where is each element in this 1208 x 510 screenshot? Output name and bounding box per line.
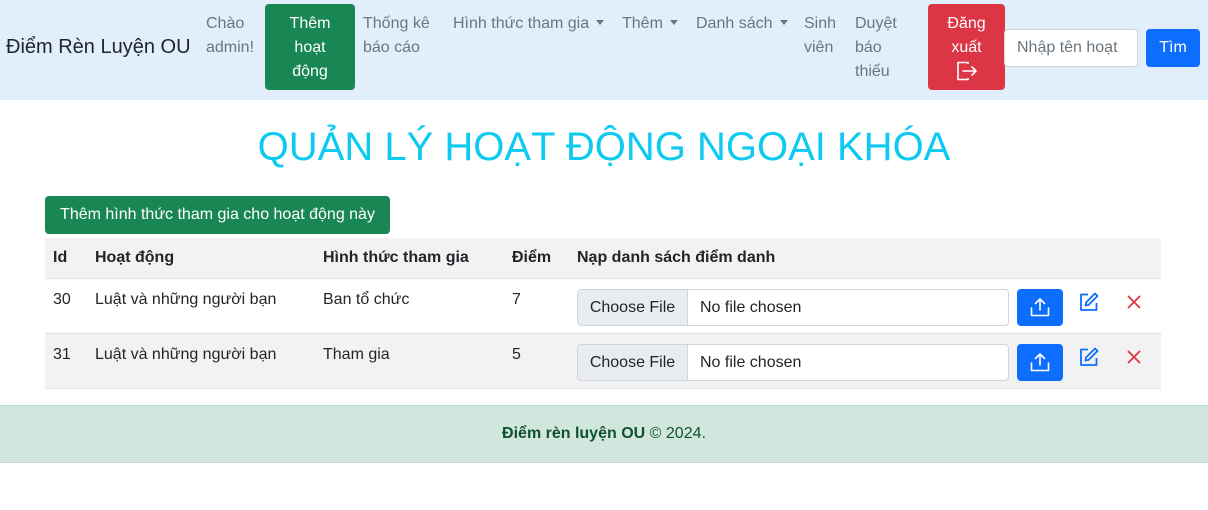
- header-id: Id: [53, 249, 68, 266]
- cell-form: Ban tổ chức: [323, 291, 410, 308]
- table-row: 30 Luật và những người bạn Ban tổ chức 7…: [45, 279, 1161, 334]
- edit-icon[interactable]: [1078, 291, 1100, 313]
- nav-approve-reports[interactable]: Duyệt báo thiếu: [855, 12, 897, 84]
- delete-icon[interactable]: [1125, 291, 1143, 313]
- attendance-file-input[interactable]: Choose File No file chosen: [577, 289, 1009, 326]
- activity-table: Id Hoạt động Hình thức tham gia Điểm Nạp…: [45, 238, 1161, 389]
- delete-icon[interactable]: [1125, 346, 1143, 368]
- chevron-down-icon: [669, 20, 678, 25]
- table-header: Id Hoạt động Hình thức tham gia Điểm Nạp…: [45, 238, 1161, 279]
- header-points: Điểm: [512, 249, 552, 266]
- choose-file-button[interactable]: Choose File: [578, 290, 688, 325]
- greeting-text: Chào admin!: [206, 15, 255, 56]
- cell-points: 7: [512, 291, 521, 308]
- nav-add-dropdown[interactable]: Thêm: [622, 12, 678, 36]
- page-title: QUẢN LÝ HOẠT ĐỘNG NGOẠI KHÓA: [257, 125, 951, 169]
- nav-list-dropdown[interactable]: Danh sách: [696, 12, 788, 36]
- cell-activity: Luật và những người bạn: [95, 291, 277, 308]
- nav-students[interactable]: Sinh viên: [804, 12, 836, 60]
- file-status: No file chosen: [700, 354, 802, 371]
- upload-button[interactable]: [1017, 344, 1063, 381]
- add-activity-button[interactable]: Thêm hoạt động: [265, 4, 355, 90]
- upload-button[interactable]: [1017, 289, 1063, 326]
- file-status: No file chosen: [700, 299, 802, 316]
- choose-file-button[interactable]: Choose File: [578, 345, 688, 380]
- header-form: Hình thức tham gia: [323, 249, 469, 266]
- top-navbar: Điểm Rèn Luyện OU Chào admin! Thêm hoạt …: [0, 0, 1208, 100]
- header-activity: Hoạt động: [95, 249, 175, 266]
- logout-button[interactable]: Đăng xuất: [928, 4, 1005, 90]
- logout-icon: [956, 61, 977, 81]
- table-row: 31 Luật và những người bạn Tham gia 5 Ch…: [45, 334, 1161, 389]
- cell-id: 30: [53, 291, 71, 308]
- cell-points: 5: [512, 346, 521, 363]
- page-footer: Điểm rèn luyện OU © 2024.: [0, 405, 1208, 463]
- nav-participation-dropdown[interactable]: Hình thức tham gia: [453, 12, 605, 36]
- cell-id: 31: [53, 346, 71, 363]
- chevron-down-icon: [596, 20, 605, 25]
- nav-reports[interactable]: Thống kê báo cáo: [363, 12, 430, 60]
- footer-brand: Điểm rèn luyện OU: [502, 425, 646, 442]
- attendance-file-input[interactable]: Choose File No file chosen: [577, 344, 1009, 381]
- header-attendance: Nạp danh sách điểm danh: [577, 249, 776, 266]
- chevron-down-icon: [779, 20, 788, 25]
- upload-icon: [1030, 353, 1050, 372]
- search-input[interactable]: [1004, 29, 1138, 67]
- brand-link[interactable]: Điểm Rèn Luyện OU: [6, 36, 191, 59]
- footer-copyright: © 2024.: [649, 425, 706, 442]
- cell-form: Tham gia: [323, 346, 390, 363]
- cell-activity: Luật và những người bạn: [95, 346, 277, 363]
- search-button[interactable]: Tìm: [1146, 29, 1200, 67]
- upload-icon: [1030, 298, 1050, 317]
- edit-icon[interactable]: [1078, 346, 1100, 368]
- add-participation-form-button[interactable]: Thêm hình thức tham gia cho hoạt động nà…: [45, 196, 390, 234]
